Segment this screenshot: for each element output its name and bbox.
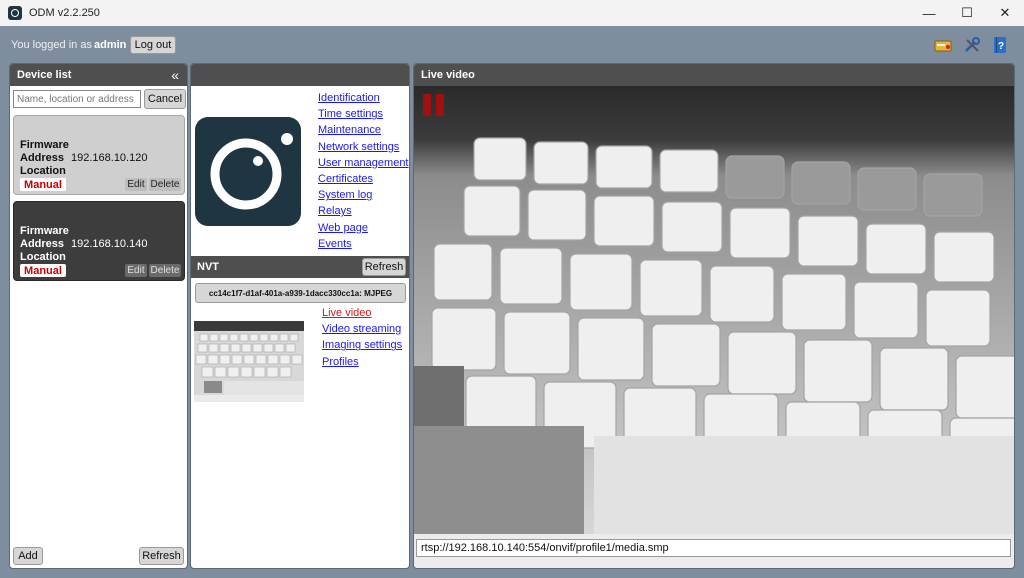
device-settings-header <box>191 64 409 86</box>
device-delete-button[interactable]: Delete <box>149 178 181 191</box>
device-edit-button[interactable]: Edit <box>125 264 147 277</box>
stream-profile-selector[interactable]: cc14c1f7-d1af-401a-a939-1dacc330cc1a: MJ… <box>195 283 406 303</box>
device-camera-icon <box>195 117 301 226</box>
device-firmware-label: Firmware <box>20 225 69 237</box>
window-title: ODM v2.2.250 <box>29 7 100 19</box>
help-book-icon[interactable]: ? <box>991 36 1009 54</box>
network-settings-link[interactable]: Network settings <box>318 139 409 155</box>
svg-text:?: ? <box>998 41 1004 52</box>
refresh-device-list-button[interactable]: Refresh <box>139 547 184 565</box>
device-list-header: Device list « <box>10 64 187 86</box>
live-video-feed[interactable] <box>414 86 1014 534</box>
nvt-refresh-button[interactable]: Refresh <box>362 258 406 276</box>
device-list-panel: Device list « Cancel Firmware Address 19… <box>9 63 188 569</box>
live-video-title: Live video <box>421 69 475 81</box>
app-logo-icon <box>8 6 22 20</box>
logout-button[interactable]: Log out <box>130 36 176 54</box>
license-key-icon[interactable] <box>934 36 952 54</box>
add-device-button[interactable]: Add <box>13 547 43 565</box>
video-thumbnail[interactable] <box>194 321 304 402</box>
nvt-links: Live video Video streaming Imaging setti… <box>322 305 402 370</box>
device-location-label: Location <box>20 251 66 263</box>
device-address-value: 192.168.10.140 <box>71 238 148 250</box>
device-address-value: 192.168.10.120 <box>71 152 148 164</box>
maximize-button[interactable]: ☐ <box>948 0 986 26</box>
tools-icon[interactable] <box>963 36 981 54</box>
identification-link[interactable]: Identification <box>318 90 409 106</box>
device-list-title: Device list <box>17 69 72 81</box>
window-controls: — ☐ ✕ <box>910 0 1024 26</box>
close-button[interactable]: ✕ <box>986 0 1024 26</box>
login-status-text: You logged in as <box>11 39 92 51</box>
live-video-header: Live video <box>414 64 1014 86</box>
device-firmware-label: Firmware <box>20 139 69 151</box>
system-log-link[interactable]: System log <box>318 187 409 203</box>
relays-link[interactable]: Relays <box>318 203 409 219</box>
search-cancel-button[interactable]: Cancel <box>144 89 186 109</box>
device-address-label: Address <box>20 238 65 250</box>
events-link[interactable]: Events <box>318 236 409 252</box>
nvt-title: NVT <box>197 261 219 273</box>
web-page-link[interactable]: Web page <box>318 220 409 236</box>
device-delete-button[interactable]: Delete <box>149 264 181 277</box>
device-manual-badge: Manual <box>20 264 66 277</box>
maintenance-link[interactable]: Maintenance <box>318 122 409 138</box>
imaging-settings-link[interactable]: Imaging settings <box>322 337 402 353</box>
collapse-icon[interactable]: « <box>171 67 179 83</box>
top-toolbar: You logged in as admin Log out ? <box>0 26 1024 62</box>
time-settings-link[interactable]: Time settings <box>318 106 409 122</box>
device-manual-badge: Manual <box>20 178 66 191</box>
live-video-panel: Live video <box>413 63 1015 569</box>
certificates-link[interactable]: Certificates <box>318 171 409 187</box>
device-location-label: Location <box>20 165 66 177</box>
user-management-link[interactable]: User management <box>318 155 409 171</box>
device-settings-links: Identification Time settings Maintenance… <box>318 90 409 252</box>
minimize-button[interactable]: — <box>910 0 948 26</box>
pause-icon[interactable] <box>423 94 445 116</box>
live-video-link[interactable]: Live video <box>322 305 402 321</box>
device-edit-button[interactable]: Edit <box>125 178 147 191</box>
nvt-header: NVT Refresh <box>191 256 409 278</box>
video-streaming-link[interactable]: Video streaming <box>322 321 402 337</box>
login-username: admin <box>94 39 127 51</box>
device-search-input[interactable] <box>13 90 141 108</box>
device-address-label: Address <box>20 152 65 164</box>
profiles-link[interactable]: Profiles <box>322 354 402 370</box>
device-settings-panel: Identification Time settings Maintenance… <box>190 63 410 569</box>
stream-url-field[interactable] <box>416 539 1011 557</box>
window-titlebar: ODM v2.2.250 — ☐ ✕ <box>0 0 1024 26</box>
device-card-192-168-10-140[interactable]: Firmware Address 192.168.10.140 Location… <box>13 201 185 281</box>
device-card-192-168-10-120[interactable]: Firmware Address 192.168.10.120 Location… <box>13 115 185 195</box>
